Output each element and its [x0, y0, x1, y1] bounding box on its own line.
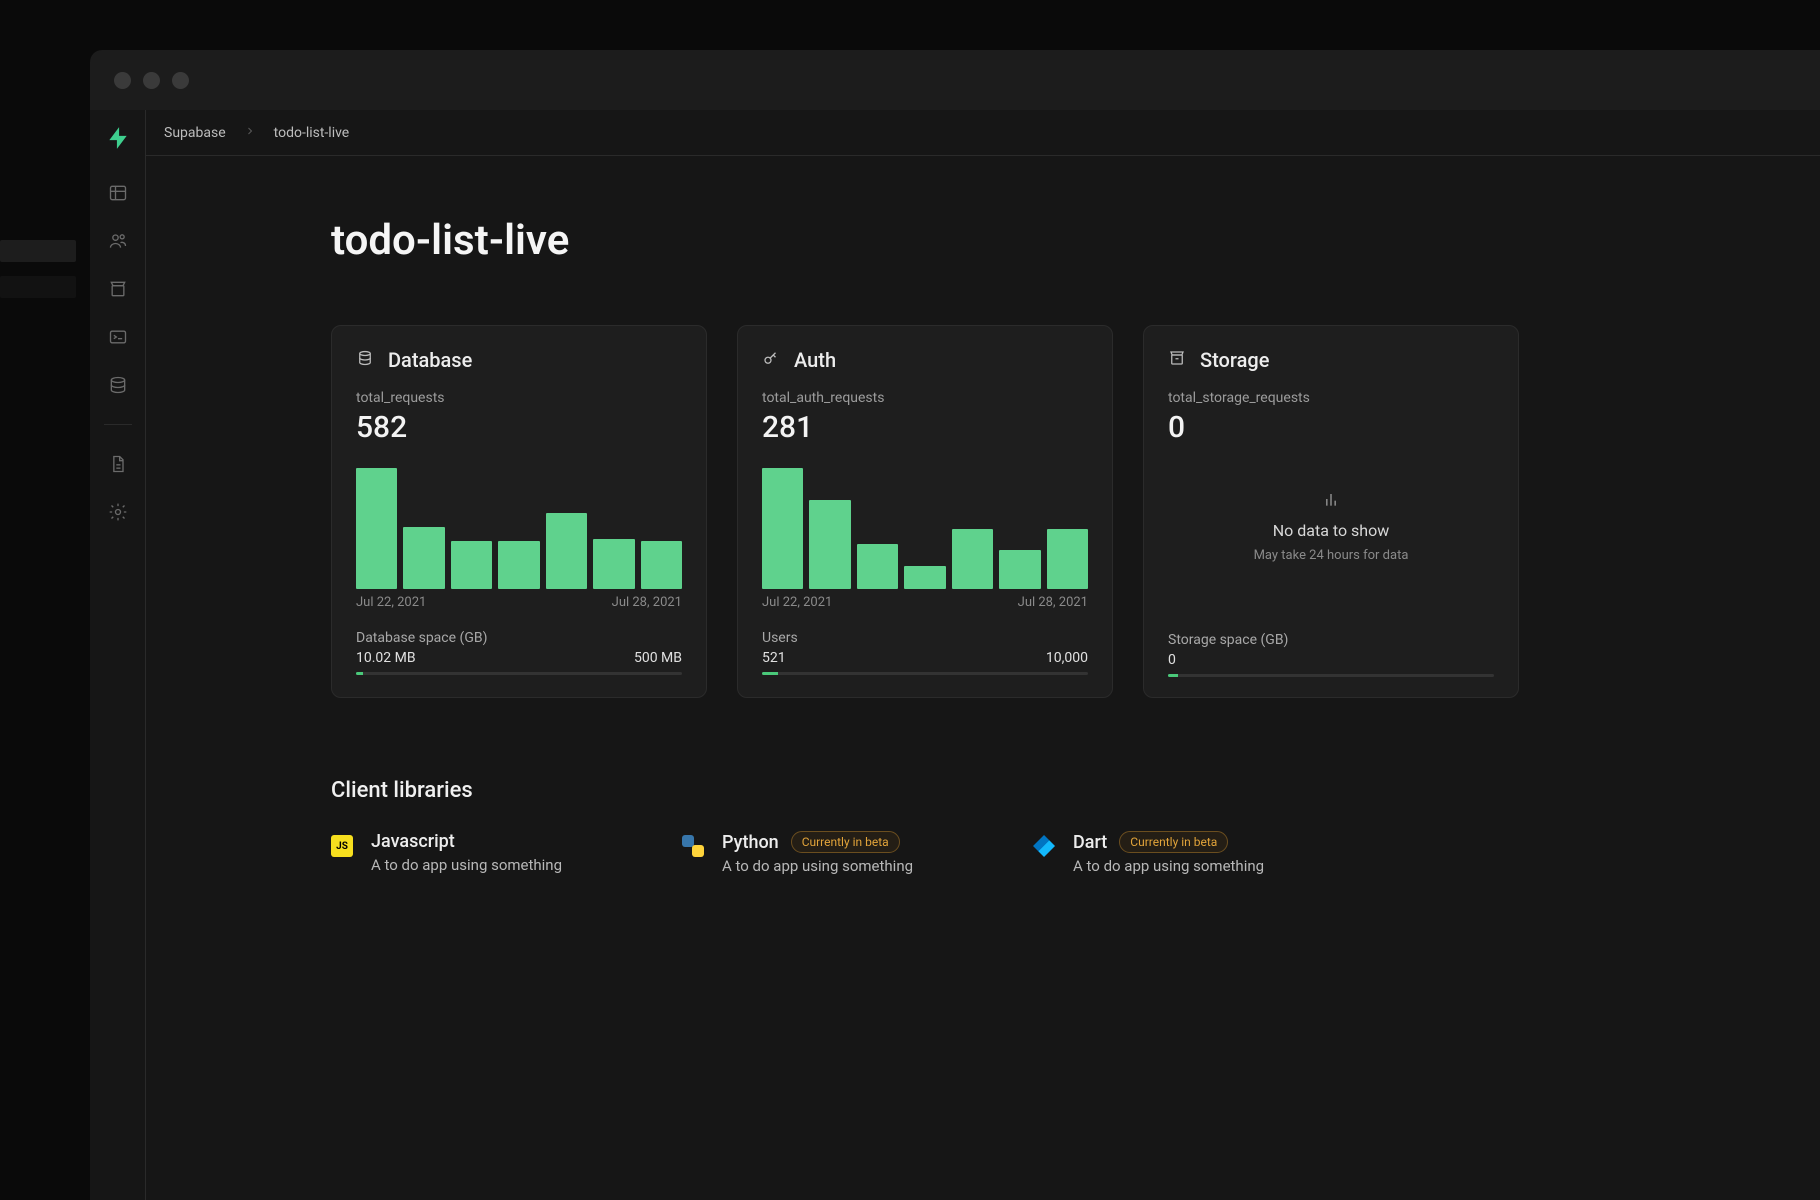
library-desc: A to do app using something — [1073, 857, 1264, 875]
database-icon — [356, 349, 374, 371]
empty-chart-state: No data to show May take 24 hours for da… — [1168, 463, 1494, 589]
progress-bar — [1168, 674, 1494, 677]
table-editor-icon[interactable] — [105, 180, 131, 206]
sql-editor-icon[interactable] — [105, 324, 131, 350]
chart-bar — [403, 527, 444, 589]
footer-value-right: 10,000 — [1046, 650, 1088, 666]
footer-value-left: 521 — [762, 650, 786, 666]
progress-bar — [356, 672, 682, 675]
chart-bar — [546, 513, 587, 589]
card-title: Auth — [794, 348, 836, 372]
window-close-icon[interactable] — [114, 72, 131, 89]
card-title: Storage — [1200, 348, 1269, 372]
page-title: todo-list-live — [331, 216, 1820, 265]
metric-label: total_storage_requests — [1168, 390, 1494, 406]
library-name: Dart — [1073, 832, 1107, 853]
chart-bar — [904, 566, 945, 589]
chart-bar — [999, 550, 1040, 589]
window-minimize-icon[interactable] — [143, 72, 160, 89]
library-javascript[interactable]: JS Javascript A to do app using somethin… — [331, 831, 562, 875]
breadcrumb-org[interactable]: Supabase — [164, 125, 226, 141]
logo-icon[interactable] — [104, 124, 132, 152]
chart-bar — [641, 541, 682, 589]
footer-value-right: 500 MB — [634, 650, 682, 666]
app-window: Supabase todo-list-live todo-list-live — [90, 50, 1820, 1200]
python-icon — [682, 835, 704, 857]
chart-bar — [809, 500, 850, 589]
background-decoration — [0, 240, 76, 262]
library-python[interactable]: Python Currently in beta A to do app usi… — [682, 831, 913, 875]
chevron-right-icon — [244, 125, 256, 141]
footer-label: Storage space (GB) — [1168, 632, 1494, 648]
client-libraries-heading: Client libraries — [331, 778, 1820, 803]
chart-bar — [356, 468, 397, 589]
footer-value-left: 10.02 MB — [356, 650, 416, 666]
auth-card[interactable]: Auth total_auth_requests 281 Jul 22, 202… — [737, 325, 1113, 698]
metric-label: total_requests — [356, 390, 682, 406]
bar-chart-icon — [1321, 489, 1341, 513]
reports-icon[interactable] — [105, 451, 131, 477]
dart-icon — [1033, 835, 1055, 857]
window-titlebar — [90, 50, 1820, 110]
javascript-icon: JS — [331, 835, 353, 857]
auth-chart — [762, 463, 1088, 589]
metric-value: 0 — [1168, 410, 1494, 445]
library-desc: A to do app using something — [371, 856, 562, 874]
library-desc: A to do app using something — [722, 857, 913, 875]
auth-users-icon[interactable] — [105, 228, 131, 254]
footer-label: Users — [762, 630, 1088, 646]
window-zoom-icon[interactable] — [172, 72, 189, 89]
chart-bar — [593, 539, 634, 589]
key-icon — [762, 349, 780, 371]
breadcrumb-project[interactable]: todo-list-live — [274, 125, 350, 141]
chart-bar — [451, 541, 492, 589]
library-name: Python — [722, 832, 779, 853]
footer-value-left: 0 — [1168, 652, 1176, 668]
background-decoration — [0, 276, 76, 298]
metric-value: 582 — [356, 410, 682, 445]
database-chart — [356, 463, 682, 589]
empty-title: No data to show — [1273, 521, 1390, 540]
metric-value: 281 — [762, 410, 1088, 445]
x-axis-end: Jul 28, 2021 — [1018, 595, 1088, 610]
database-icon[interactable] — [105, 372, 131, 398]
chart-bar — [498, 541, 539, 589]
breadcrumb: Supabase todo-list-live — [146, 110, 1820, 156]
progress-bar — [762, 672, 1088, 675]
library-dart[interactable]: Dart Currently in beta A to do app using… — [1033, 831, 1264, 875]
sidebar — [90, 110, 146, 1200]
beta-badge: Currently in beta — [791, 831, 900, 853]
database-card[interactable]: Database total_requests 582 Jul 22, 2021… — [331, 325, 707, 698]
storage-card[interactable]: Storage total_storage_requests 0 No data… — [1143, 325, 1519, 698]
chart-bar — [762, 468, 803, 589]
empty-subtitle: May take 24 hours for data — [1254, 548, 1409, 563]
storage-icon[interactable] — [105, 276, 131, 302]
chart-bar — [857, 544, 898, 589]
window-controls — [114, 72, 189, 89]
chart-bar — [1047, 529, 1088, 589]
metric-label: total_auth_requests — [762, 390, 1088, 406]
card-title: Database — [388, 348, 472, 372]
client-libraries-row: JS Javascript A to do app using somethin… — [331, 831, 1820, 875]
library-name: Javascript — [371, 831, 455, 852]
x-axis-start: Jul 22, 2021 — [356, 595, 426, 610]
metrics-cards-row: Database total_requests 582 Jul 22, 2021… — [331, 325, 1820, 698]
x-axis-end: Jul 28, 2021 — [612, 595, 682, 610]
chart-bar — [952, 529, 993, 589]
footer-label: Database space (GB) — [356, 630, 682, 646]
settings-icon[interactable] — [105, 499, 131, 525]
beta-badge: Currently in beta — [1119, 831, 1228, 853]
sidebar-divider — [104, 424, 132, 425]
archive-icon — [1168, 349, 1186, 371]
x-axis-start: Jul 22, 2021 — [762, 595, 832, 610]
